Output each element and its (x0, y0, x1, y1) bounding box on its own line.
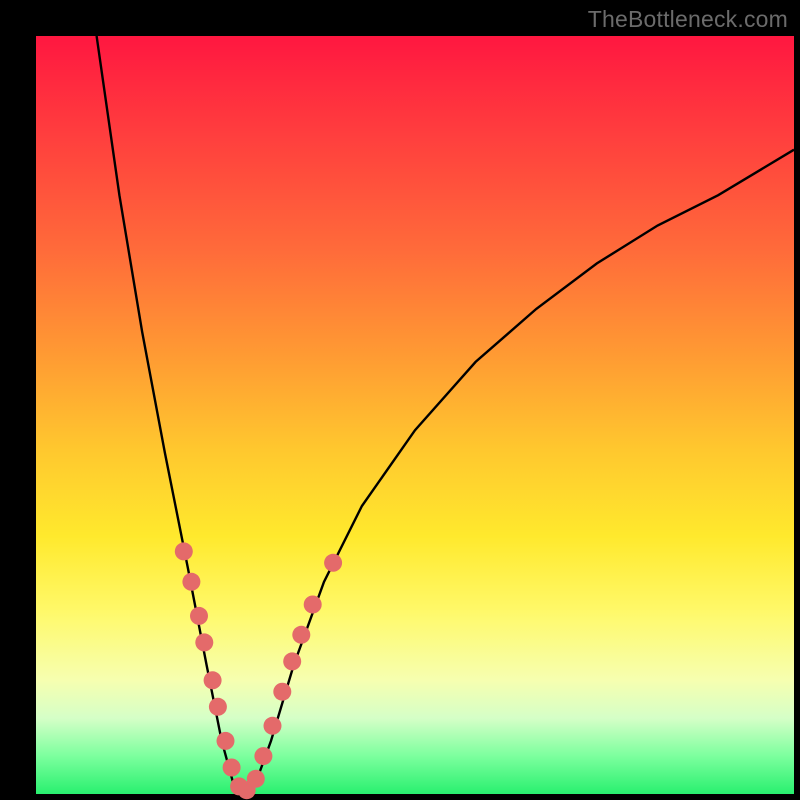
highlight-dot (195, 633, 213, 651)
highlight-dot (247, 770, 265, 788)
highlight-dot (190, 607, 208, 625)
highlight-dot (292, 626, 310, 644)
highlight-dot (254, 747, 272, 765)
highlight-dot (324, 554, 342, 572)
chart-svg (36, 36, 794, 794)
highlight-dot (223, 759, 241, 777)
curve-path-group (97, 36, 794, 794)
plot-area (36, 36, 794, 794)
highlight-dot (283, 652, 301, 670)
watermark-text: TheBottleneck.com (588, 6, 788, 33)
chart-frame: TheBottleneck.com (0, 0, 800, 800)
highlight-dot (209, 698, 227, 716)
highlight-dot (273, 683, 291, 701)
highlight-dot (304, 596, 322, 614)
bottleneck-curve (97, 36, 794, 794)
highlight-dot (175, 542, 193, 560)
highlight-dot (217, 732, 235, 750)
highlight-dot (264, 717, 282, 735)
highlight-dot (204, 671, 222, 689)
highlight-dots (175, 542, 342, 799)
highlight-dot (182, 573, 200, 591)
